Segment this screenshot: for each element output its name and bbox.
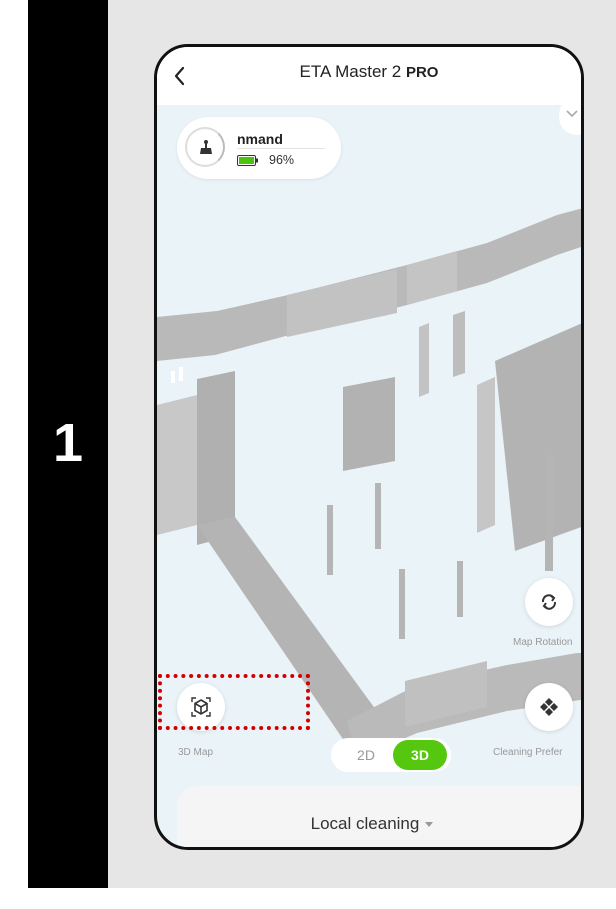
cleaning-preference-button[interactable] bbox=[525, 683, 573, 731]
cleaning-preference-label: Cleaning Prefer bbox=[493, 747, 563, 758]
view-mode-toggle: 2D 3D bbox=[331, 738, 451, 772]
bottom-sheet: Local cleaning bbox=[177, 786, 581, 847]
device-model-name: ETA Master 2 bbox=[299, 62, 402, 81]
rotate-icon bbox=[541, 594, 557, 610]
toggle-highlight-box bbox=[158, 674, 310, 730]
cleaning-mode-label: Local cleaning bbox=[310, 814, 420, 833]
divider bbox=[237, 148, 325, 149]
device-progress-ring bbox=[185, 127, 225, 167]
cleaning-mode-selector[interactable]: Local cleaning bbox=[177, 814, 567, 834]
battery-level: 96% bbox=[269, 153, 295, 167]
toggle-2d-option[interactable]: 2D bbox=[341, 738, 391, 772]
map-rotation-button[interactable] bbox=[525, 578, 573, 626]
chevron-down-icon bbox=[566, 110, 578, 118]
step-number: 1 bbox=[52, 413, 84, 473]
toggle-3d-option[interactable]: 3D bbox=[393, 740, 447, 770]
caret-down-icon bbox=[425, 822, 434, 828]
device-status-card[interactable]: nmand 96% bbox=[177, 117, 341, 179]
robot-vacuum-icon bbox=[200, 140, 212, 154]
top-bar: ETA Master 2 PRO bbox=[157, 47, 581, 105]
cleaning-preference-icon bbox=[540, 698, 558, 716]
page-title: ETA Master 2 PRO bbox=[157, 62, 581, 82]
map-rotation-label: Map Rotation bbox=[513, 637, 573, 648]
battery-icon bbox=[237, 155, 258, 166]
device-name: nmand bbox=[237, 131, 283, 147]
device-model-suffix: PRO bbox=[405, 64, 439, 81]
map-3d-label: 3D Map bbox=[178, 747, 214, 758]
